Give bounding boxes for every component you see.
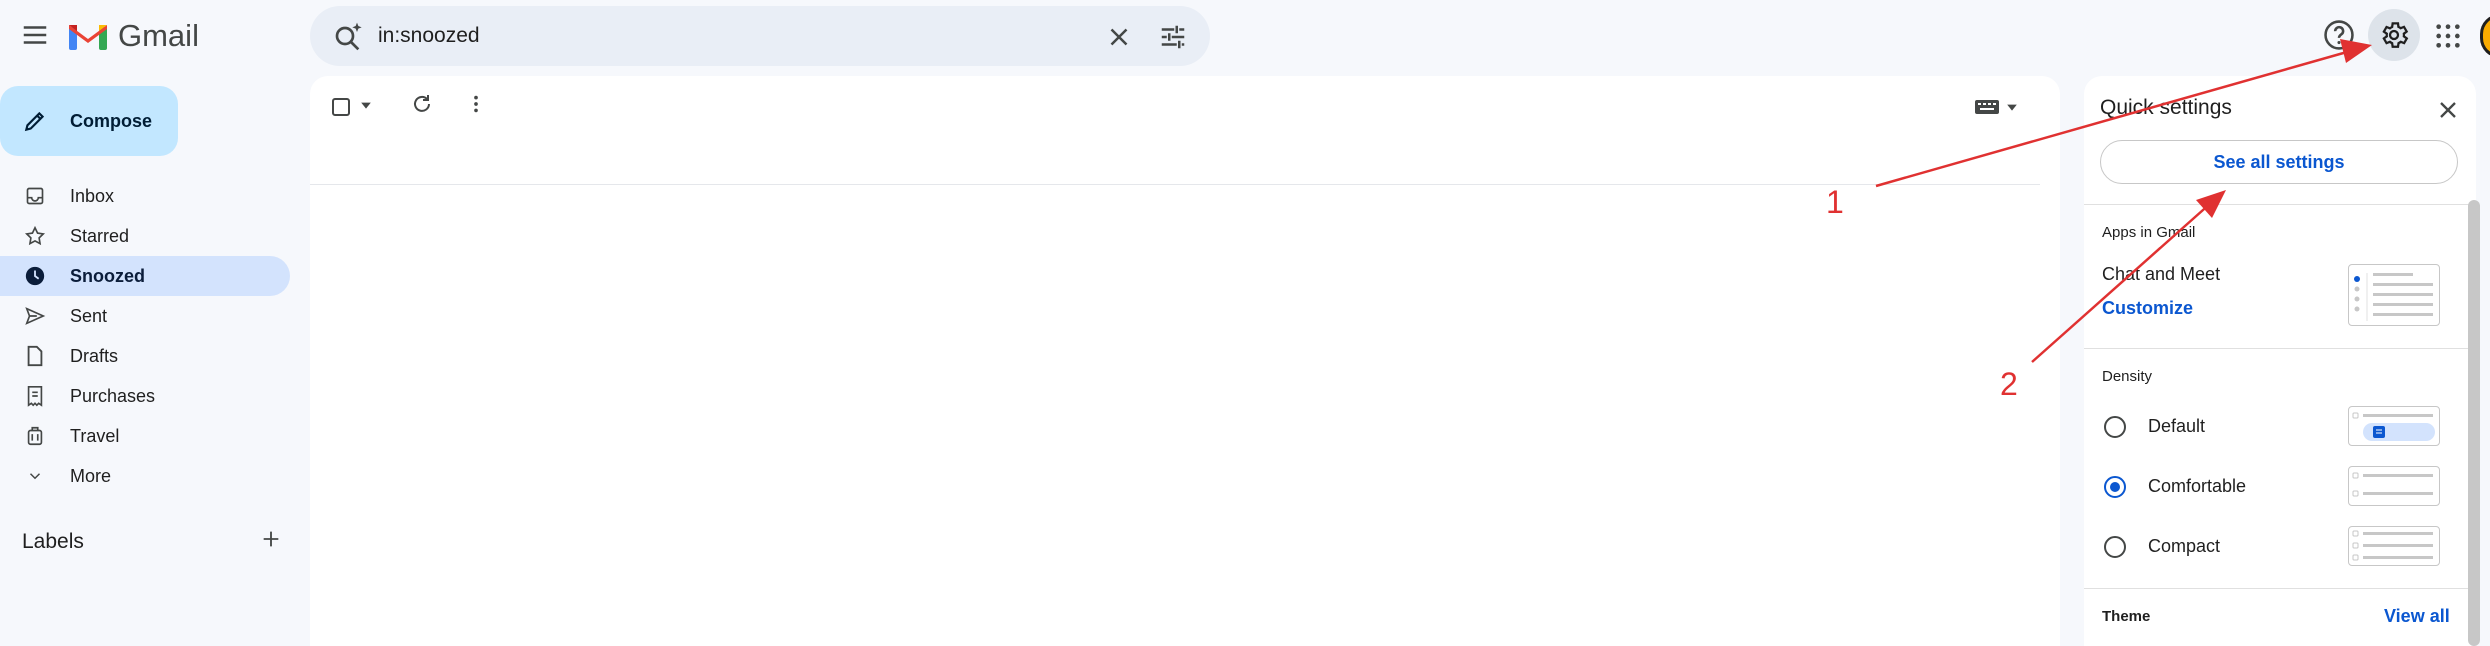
sidebar-item-sent[interactable]: Sent	[0, 296, 290, 336]
star-icon	[24, 225, 46, 247]
quick-settings-scrollbar[interactable]	[2468, 200, 2480, 646]
density-default-radio[interactable]	[2104, 416, 2126, 438]
section-divider	[2084, 588, 2476, 589]
sidebar-item-label: Inbox	[70, 185, 115, 206]
account-avatar[interactable]	[2480, 14, 2490, 58]
add-label-icon[interactable]	[260, 528, 282, 555]
section-divider	[2084, 204, 2476, 205]
gear-icon	[2382, 22, 2409, 48]
search-options-icon[interactable]	[1158, 22, 1188, 52]
labels-title: Labels	[22, 529, 84, 553]
gmail-m-icon	[69, 25, 107, 50]
customize-link[interactable]: Customize	[2102, 298, 2193, 319]
density-option-label: Default	[2148, 416, 2206, 436]
density-default-preview	[2348, 406, 2440, 446]
section-divider	[2084, 348, 2476, 349]
caret-down-icon	[2007, 104, 2017, 111]
search-sparkle-icon[interactable]	[332, 20, 366, 52]
density-compact-preview	[2348, 526, 2440, 566]
draft-icon	[24, 345, 46, 367]
list-toolbar	[332, 92, 480, 121]
input-tools-toggle[interactable]	[1974, 98, 2018, 116]
sidebar-item-label: Starred	[70, 225, 130, 246]
toolbar-divider	[310, 184, 2040, 185]
purchases-icon	[24, 385, 46, 407]
annotation-step-2: 2	[2000, 366, 2018, 402]
quick-settings-panel: Quick settings See all settings Apps in …	[2084, 76, 2476, 646]
density-comfortable-radio[interactable]	[2104, 476, 2126, 498]
compose-label: Compose	[70, 110, 153, 131]
gmail-logo[interactable]: Gmail	[68, 18, 199, 54]
clock-icon	[24, 265, 46, 287]
sidebar-item-inbox[interactable]: Inbox	[0, 176, 290, 216]
sidebar-item-starred[interactable]: Starred	[0, 216, 290, 256]
refresh-icon[interactable]	[410, 92, 434, 121]
google-apps-icon[interactable]	[2434, 22, 2462, 50]
inbox-icon	[24, 185, 46, 207]
compose-button[interactable]: Compose	[0, 86, 178, 156]
sidebar-item-more[interactable]: More	[0, 456, 290, 496]
sidebar-item-travel[interactable]: Travel	[0, 416, 290, 456]
density-comfortable-preview	[2348, 466, 2440, 506]
density-option-label: Comfortable	[2148, 476, 2247, 496]
sidebar-item-snoozed[interactable]: Snoozed	[0, 256, 290, 296]
pencil-icon	[24, 111, 45, 132]
quick-settings-title: Quick settings	[2100, 96, 2232, 119]
see-all-settings-button[interactable]: See all settings	[2100, 140, 2458, 184]
app-name: Gmail	[118, 18, 199, 53]
chat-meet-label: Chat and Meet	[2102, 264, 2221, 284]
sidebar-item-purchases[interactable]: Purchases	[0, 376, 290, 416]
help-icon[interactable]	[2322, 18, 2356, 52]
sidebar-item-label: Snoozed	[70, 265, 145, 286]
view-all-themes-link[interactable]: View all	[2384, 606, 2450, 627]
sidebar-item-label: Travel	[70, 425, 120, 446]
sidebar-item-label: More	[70, 465, 112, 486]
more-options-icon[interactable]	[472, 93, 480, 120]
send-icon	[24, 305, 46, 327]
sidebar-item-label: Purchases	[70, 385, 156, 406]
select-dropdown-icon[interactable]	[360, 98, 372, 116]
sidebar-nav: Inbox Starred Snoozed Sent Drafts Purcha…	[0, 176, 290, 496]
density-compact-radio[interactable]	[2104, 536, 2126, 558]
main-menu-icon[interactable]	[20, 20, 50, 50]
sidebar-item-label: Drafts	[70, 345, 119, 366]
density-section-title: Density	[2102, 368, 2153, 385]
settings-button[interactable]	[2368, 9, 2420, 61]
search-input[interactable]	[378, 20, 1078, 52]
apps-section-title: Apps in Gmail	[2102, 224, 2196, 241]
keyboard-icon	[1975, 100, 1999, 114]
theme-section-title: Theme	[2102, 608, 2151, 625]
close-icon[interactable]	[2434, 96, 2462, 124]
labels-header: Labels	[22, 528, 282, 555]
sidebar-item-label: Sent	[70, 305, 108, 326]
select-all-checkbox[interactable]	[332, 97, 350, 116]
mail-list-panel	[310, 76, 2060, 646]
chevron-down-icon	[24, 465, 46, 487]
luggage-icon	[24, 425, 46, 447]
clear-search-icon[interactable]	[1104, 22, 1134, 52]
chat-meet-preview	[2348, 264, 2440, 326]
annotation-step-1: 1	[1826, 184, 1844, 220]
search-bar[interactable]	[310, 6, 1210, 66]
sidebar-item-drafts[interactable]: Drafts	[0, 336, 290, 376]
density-option-label: Compact	[2148, 536, 2221, 556]
